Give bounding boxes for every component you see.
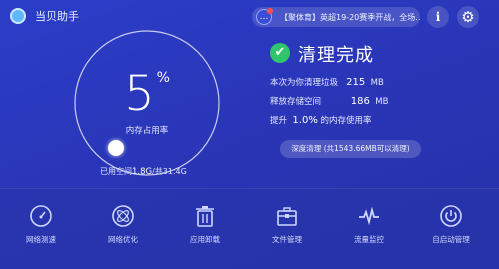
stat-cleaned: 本次为你清理垃圾 215 MB xyxy=(270,76,384,88)
storage-total: /共31.4G xyxy=(152,167,187,176)
tool-label: 文件管理 xyxy=(272,235,302,244)
toolbox-icon xyxy=(277,207,297,226)
storage-space-line: 已用空间1.8G/共31.4G xyxy=(100,166,187,177)
tool-file-manager[interactable]: 文件管理 xyxy=(252,204,322,245)
stat-unit: MB xyxy=(370,78,384,88)
tool-network-optimize[interactable]: 网络优化 xyxy=(88,204,158,245)
tool-label: 自启动管理 xyxy=(432,235,470,244)
clean-complete-title: 清理完成 xyxy=(298,45,374,66)
app-title: 当贝助手 xyxy=(35,10,79,23)
settings-button[interactable]: ⚙ xyxy=(457,6,479,28)
tool-label: 网络优化 xyxy=(108,235,138,244)
storage-used: 1.8G xyxy=(132,167,153,177)
stat-improved: 提升 1.0% 的内存使用率 xyxy=(270,114,372,126)
gear-icon: ⚙ xyxy=(461,8,475,26)
tool-label: 网络测速 xyxy=(26,235,56,244)
power-icon xyxy=(440,205,462,227)
pulse-icon xyxy=(359,206,379,226)
tool-autostart-manager[interactable]: 自启动管理 xyxy=(416,204,486,245)
memory-usage-value: 5% xyxy=(0,66,294,122)
stat-label: 提升 xyxy=(270,116,288,126)
tool-bar: 网络测速 网络优化 应用卸载 文件管理 流量监控 自启动管理 xyxy=(0,188,499,269)
stat-label: 释放存储空间 xyxy=(270,97,322,107)
stat-freed: 释放存储空间 186 MB xyxy=(270,95,388,107)
network-optimize-icon xyxy=(112,205,134,227)
tool-label: 应用卸载 xyxy=(190,235,220,244)
tool-traffic-monitor[interactable]: 流量监控 xyxy=(334,204,404,245)
tool-app-uninstall[interactable]: 应用卸载 xyxy=(170,204,240,245)
stat-unit: MB xyxy=(375,97,389,107)
notification-chat-icon: … xyxy=(256,8,273,25)
trash-icon xyxy=(196,206,214,227)
stat-unit: 的内存使用率 xyxy=(320,116,372,126)
memory-level-knob xyxy=(108,140,124,156)
memory-percent-number: 5 xyxy=(124,66,155,122)
stat-value: 215 xyxy=(346,77,366,88)
speedometer-icon xyxy=(30,205,52,227)
notice-text: 【聚体育】英超19-20赛季开战，全场… xyxy=(280,12,420,22)
stat-value: 186 xyxy=(350,96,370,107)
storage-prefix: 已用空间 xyxy=(100,167,132,176)
tool-label: 流量监控 xyxy=(354,235,384,244)
info-button[interactable]: i xyxy=(427,6,449,28)
memory-usage-label: 内存占用率 xyxy=(125,126,169,136)
info-icon: i xyxy=(435,10,441,24)
memory-percent-unit: % xyxy=(156,70,170,86)
checkmark-icon: ✔ xyxy=(270,43,290,63)
unread-dot xyxy=(267,8,273,14)
tool-speed-test[interactable]: 网络测速 xyxy=(6,204,76,245)
stat-value: 1.0% xyxy=(292,115,318,126)
app-logo xyxy=(10,8,26,24)
notice-banner[interactable]: … 【聚体育】英超19-20赛季开战，全场… xyxy=(252,7,420,27)
stat-label: 本次为你清理垃圾 xyxy=(270,78,339,88)
deep-clean-button[interactable]: 深度清理 (共1543.66MB可以清理) xyxy=(280,140,421,158)
